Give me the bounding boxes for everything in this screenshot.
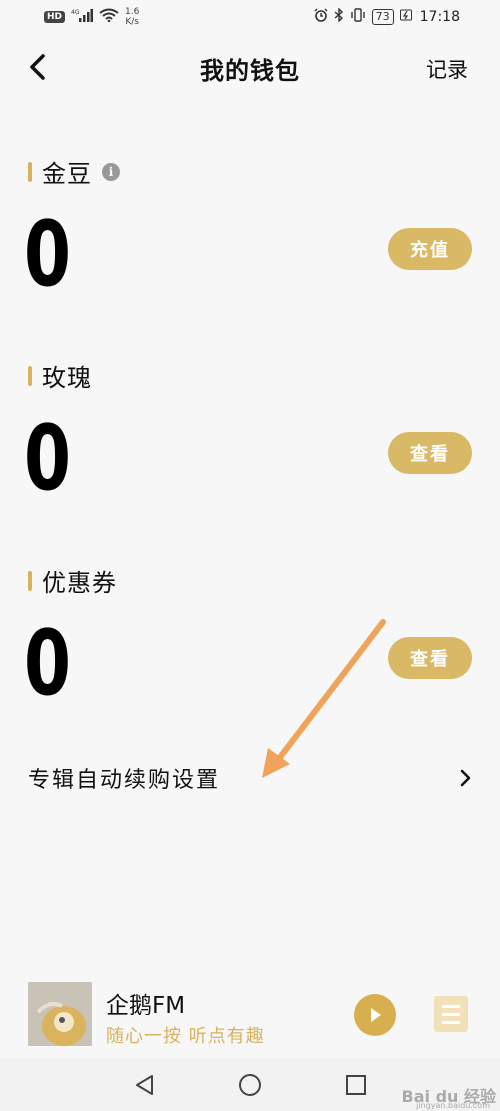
section-label: 优惠券 — [42, 569, 117, 597]
accent-bar — [28, 570, 32, 591]
auto-renew-settings-label: 专辑自动续购设置 — [28, 768, 221, 793]
section-head: 金豆 i — [28, 154, 120, 189]
watermark-sub: jingyan.baidu.com — [416, 1101, 490, 1110]
coupons-balance: 0 — [24, 611, 71, 716]
back-button[interactable] — [24, 52, 54, 82]
triangle-back-icon — [136, 1075, 153, 1095]
system-nav-bar: Bai du 经验 jingyan.baidu.com — [0, 1058, 500, 1111]
gold-beans-balance: 0 — [24, 202, 71, 307]
page-title: 我的钱包 — [200, 56, 300, 85]
nav-home-button[interactable] — [237, 1072, 263, 1098]
charging-icon — [399, 9, 414, 25]
playlist-line — [442, 1012, 460, 1016]
chevron-left-icon — [30, 54, 45, 80]
roses-balance: 0 — [24, 406, 71, 511]
signal-icon: 4G — [71, 8, 94, 26]
header: 我的钱包 记录 — [0, 40, 500, 96]
signal-label: 4G — [71, 9, 80, 16]
bluetooth-icon — [334, 7, 344, 26]
chevron-right-icon — [460, 769, 471, 787]
status-bar: HD 4G 1.6 K/s 73 17:18 — [0, 0, 500, 34]
wifi-icon — [99, 8, 119, 26]
status-time: 17:18 — [419, 9, 460, 25]
view-coupons-button[interactable]: 查看 — [388, 637, 472, 679]
section-head: 玫瑰 — [28, 358, 92, 393]
player-subtitle: 随心一按 听点有趣 — [106, 1026, 265, 1047]
nav-back-button[interactable] — [132, 1072, 158, 1098]
accent-bar — [28, 365, 32, 386]
record-link[interactable]: 记录 — [426, 54, 468, 84]
status-left: HD 4G 1.6 K/s — [44, 7, 139, 27]
player-title: 企鹅FM — [106, 993, 186, 1019]
album-cover[interactable] — [28, 982, 92, 1046]
auto-renew-settings-row[interactable]: 专辑自动续购设置 — [28, 758, 474, 798]
view-roses-button[interactable]: 查看 — [388, 432, 472, 474]
battery-indicator: 73 — [371, 9, 394, 25]
nav-recents-button[interactable] — [343, 1072, 369, 1098]
accent-bar — [28, 161, 32, 182]
circle-home-icon — [239, 1074, 261, 1096]
playlist-line — [442, 1004, 460, 1008]
square-recents-icon — [346, 1075, 366, 1095]
mini-player[interactable]: 企鹅FM 随心一按 听点有趣 — [0, 970, 500, 1058]
net-speed-unit: K/s — [125, 17, 139, 27]
section-label: 玫瑰 — [42, 364, 92, 392]
net-speed: 1.6 K/s — [125, 7, 139, 27]
play-icon — [371, 1008, 381, 1022]
playlist-line — [442, 1020, 460, 1024]
play-button[interactable] — [354, 994, 396, 1036]
hd-badge: HD — [44, 11, 66, 23]
status-right: 73 17:18 — [314, 7, 460, 26]
penguin-logo-icon — [28, 982, 92, 1046]
section-head: 优惠券 — [28, 563, 117, 598]
playlist-button[interactable] — [434, 996, 468, 1032]
recharge-button[interactable]: 充值 — [388, 228, 472, 270]
info-icon[interactable]: i — [102, 162, 120, 181]
alarm-icon — [314, 8, 328, 26]
section-label: 金豆 — [42, 160, 92, 188]
vibrate-icon — [350, 8, 366, 26]
net-speed-value: 1.6 — [125, 7, 140, 17]
